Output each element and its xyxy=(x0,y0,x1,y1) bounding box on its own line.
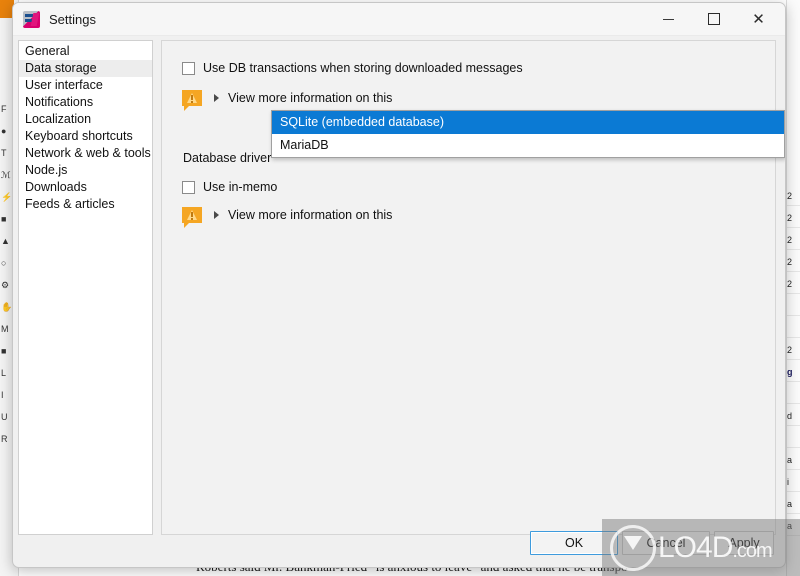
window-title: Settings xyxy=(49,11,96,27)
minimize-button[interactable] xyxy=(646,3,691,35)
background-list-row: 2 xyxy=(787,254,800,272)
in-memory-label: Use in-memo xyxy=(203,180,278,194)
chevron-right-icon[interactable] xyxy=(214,211,219,219)
title-bar: Settings ✕ xyxy=(13,3,785,36)
dialog-body: General Data storage User interface Notific… xyxy=(13,35,785,535)
background-list-row xyxy=(787,320,800,338)
sidebar-item-network-web-tools[interactable]: Network & web & tools xyxy=(19,145,152,162)
sidebar-item-general[interactable]: General xyxy=(19,43,152,60)
background-list-row: 2 xyxy=(787,342,800,360)
exclamation-icon xyxy=(191,212,193,220)
info-link-label-1[interactable]: View more information on this xyxy=(228,91,392,105)
dialog-footer: OK Cancel Apply xyxy=(13,525,785,567)
background-list-row: d xyxy=(787,408,800,426)
db-transactions-row[interactable]: Use DB transactions when storing downloa… xyxy=(182,61,523,75)
close-icon: ✕ xyxy=(752,9,765,28)
settings-category-list[interactable]: General Data storage User interface Notific… xyxy=(18,40,153,535)
background-list-row: g xyxy=(787,364,800,382)
settings-dialog: Settings ✕ General Data storage User inter… xyxy=(12,2,786,568)
ok-button[interactable]: OK xyxy=(530,531,618,555)
background-list-row: 2 xyxy=(787,210,800,228)
background-list-row: a xyxy=(787,496,800,514)
warning-bubble-icon xyxy=(182,90,202,111)
background-list-row: a xyxy=(787,518,800,536)
db-transactions-checkbox[interactable] xyxy=(182,61,195,75)
database-driver-dropdown-list[interactable]: SQLite (embedded database) MariaDB xyxy=(271,110,785,158)
dropdown-option-0[interactable]: SQLite (embedded database) xyxy=(272,111,784,134)
window-controls: ✕ xyxy=(646,3,785,35)
background-list-row xyxy=(787,298,800,316)
sidebar-item-node-js[interactable]: Node.js xyxy=(19,162,152,179)
info-link-row-2[interactable]: View more information on this xyxy=(182,207,392,228)
info-link-row-1[interactable]: View more information on this xyxy=(182,90,392,111)
background-list-row xyxy=(787,430,800,448)
chevron-right-icon[interactable] xyxy=(214,94,219,102)
apply-button[interactable]: Apply xyxy=(714,531,774,555)
background-list-row: i xyxy=(787,474,800,492)
cancel-button[interactable]: Cancel xyxy=(622,531,710,555)
close-button[interactable]: ✕ xyxy=(736,3,781,35)
minimize-icon xyxy=(663,18,674,20)
sidebar-item-keyboard-shortcuts[interactable]: Keyboard shortcuts xyxy=(19,128,152,145)
sidebar-item-feeds-articles[interactable]: Feeds & articles xyxy=(19,196,152,213)
sidebar-item-localization[interactable]: Localization xyxy=(19,111,152,128)
warning-bubble-icon xyxy=(182,207,202,228)
screen: F●Tℳ⚡■▲○⚙✋M■LIUR Roberts said Mr. Bankma… xyxy=(0,0,800,576)
info-link-label-2[interactable]: View more information on this xyxy=(228,208,392,222)
sidebar-item-downloads[interactable]: Downloads xyxy=(19,179,152,196)
sidebar-item-user-interface[interactable]: User interface xyxy=(19,77,152,94)
dropdown-option-1[interactable]: MariaDB xyxy=(272,134,784,157)
exclamation-icon xyxy=(191,95,193,103)
maximize-button[interactable] xyxy=(691,3,736,35)
background-list-row: a xyxy=(787,452,800,470)
database-driver-row: Database driver xyxy=(183,151,271,165)
maximize-icon xyxy=(707,13,720,25)
background-list-row: 2 xyxy=(787,276,800,294)
database-driver-label: Database driver xyxy=(183,151,272,165)
rss-guard-icon xyxy=(23,10,40,28)
background-list-row: 2 xyxy=(787,232,800,250)
background-list-row: 2 xyxy=(787,188,800,206)
sidebar-item-data-storage[interactable]: Data storage xyxy=(19,60,152,77)
background-list-row xyxy=(787,386,800,404)
db-transactions-label: Use DB transactions when storing downloa… xyxy=(203,61,523,75)
in-memory-row[interactable]: Use in-memo xyxy=(182,180,277,194)
sidebar-item-notifications[interactable]: Notifications xyxy=(19,94,152,111)
in-memory-checkbox[interactable] xyxy=(182,180,195,194)
